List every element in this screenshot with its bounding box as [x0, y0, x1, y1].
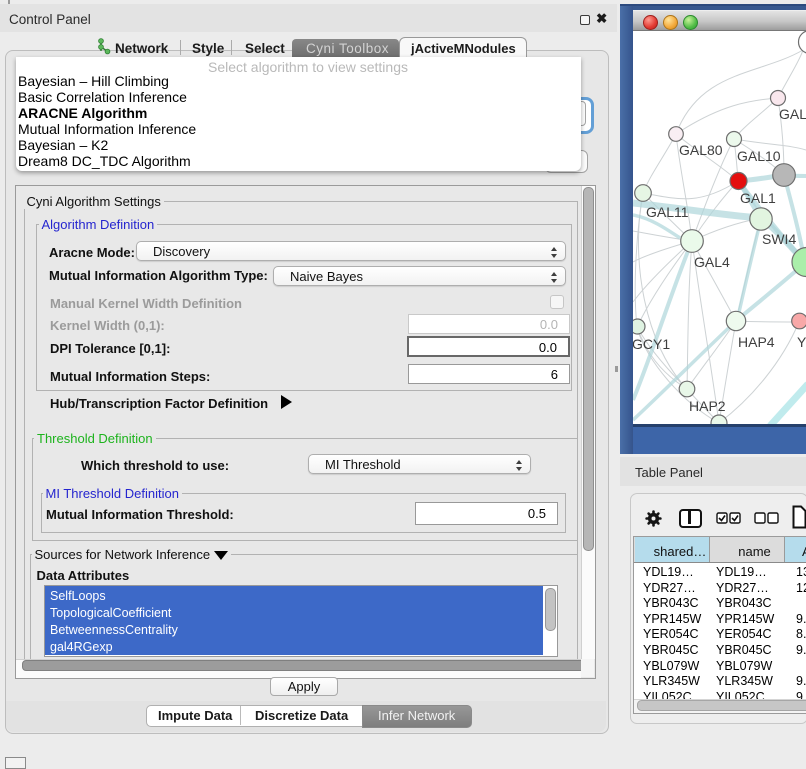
svg-text:GAL11: GAL11: [646, 204, 689, 220]
svg-text:GAL10: GAL10: [737, 148, 781, 164]
svg-text:HAP4: HAP4: [738, 334, 775, 350]
svg-text:GAL1: GAL1: [740, 190, 776, 206]
svg-text:HAP2: HAP2: [689, 398, 726, 414]
svg-text:GAL4: GAL4: [694, 254, 730, 270]
svg-text:GCY1: GCY1: [633, 336, 670, 352]
svg-text:SWI4: SWI4: [762, 231, 796, 247]
svg-text:GAL2: GAL2: [779, 106, 806, 122]
svg-text:GAL80: GAL80: [679, 142, 723, 158]
svg-text:Y: Y: [797, 334, 806, 350]
